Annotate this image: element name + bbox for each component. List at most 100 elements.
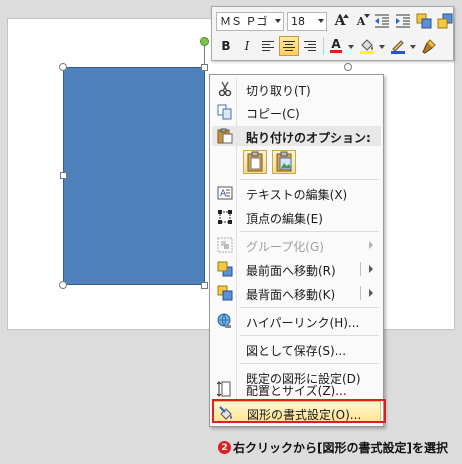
copy-icon xyxy=(217,104,232,120)
mini-toolbar: ＭＳ Ｐゴ 18 A A B I A xyxy=(211,6,454,61)
menu-item-send-to-back[interactable]: 最背面へ移動(K) xyxy=(212,282,381,304)
menu-item-bring-to-front[interactable]: 最前面へ移動(R) xyxy=(212,258,381,280)
edit-text-icon: A xyxy=(217,186,233,200)
bold-button[interactable]: B xyxy=(216,36,236,56)
menu-item-hyperlink[interactable]: ハイパーリンク(H)... xyxy=(212,310,381,332)
resize-handle-bottom-left[interactable] xyxy=(59,281,67,289)
toolbar-separator xyxy=(323,37,324,55)
italic-button[interactable]: I xyxy=(237,36,257,56)
menu-item-save-as-picture[interactable]: 図として保存(S)... xyxy=(212,338,381,360)
menu-item-label: グループ化(G) xyxy=(246,240,324,254)
paste-options-label: 貼り付けのオプション: xyxy=(246,131,371,145)
menu-item-size-position[interactable]: 配置とサイズ(Z)... xyxy=(212,378,381,400)
resize-handle-top-left[interactable] xyxy=(59,63,67,71)
rotation-line xyxy=(204,44,205,64)
paste-picture-icon xyxy=(276,151,292,172)
bring-forward-glyph xyxy=(437,13,453,29)
paste-keep-icon xyxy=(247,151,263,172)
hyperlink-icon xyxy=(217,313,231,328)
menu-item-group[interactable]: グループ化(G) xyxy=(212,234,381,256)
paste-as-picture-button[interactable] xyxy=(272,150,296,174)
menu-separator xyxy=(240,335,379,336)
align-center-icon[interactable] xyxy=(279,36,299,56)
bring-forward-icon[interactable] xyxy=(435,11,455,31)
arrange-glyph xyxy=(416,13,432,29)
resize-handle-middle-left[interactable] xyxy=(60,172,67,179)
menu-item-label: 頂点の編集(E) xyxy=(246,212,323,226)
pen-glyph xyxy=(391,40,405,54)
resize-handle-top-right[interactable] xyxy=(344,63,352,71)
font-color-dropdown[interactable] xyxy=(347,36,355,56)
chevron-down-icon xyxy=(275,18,281,23)
align-right-icon[interactable] xyxy=(300,36,320,56)
font-name-value: ＭＳ Ｐゴ xyxy=(220,15,268,28)
menu-item-label: 図として保存(S)... xyxy=(246,344,347,358)
decrease-indent-icon[interactable] xyxy=(372,11,392,31)
grow-font-icon[interactable]: A xyxy=(330,11,350,31)
selected-rectangle-shape[interactable] xyxy=(63,67,205,285)
svg-text:A: A xyxy=(220,189,227,199)
instruction-caption: 2 右クリックから[図形の書式設定]を選択 xyxy=(218,439,448,456)
font-size-combo[interactable]: 18 xyxy=(287,11,327,31)
menu-item-edit-points[interactable]: 頂点の編集(E) xyxy=(212,206,381,228)
scissors-icon xyxy=(218,81,232,97)
menu-separator xyxy=(240,231,379,232)
menu-item-copy[interactable]: コピー(C) xyxy=(212,101,381,123)
menu-item-label: 最背面へ移動(K) xyxy=(246,288,336,302)
brush-glyph xyxy=(422,39,436,54)
group-icon xyxy=(217,237,233,253)
increase-indent-glyph xyxy=(396,14,410,28)
caption-text: 右クリックから[図形の書式設定]を選択 xyxy=(233,441,448,455)
menu-item-label: コピー(C) xyxy=(246,107,300,121)
shrink-font-icon[interactable]: A xyxy=(351,11,371,31)
size-position-icon xyxy=(217,381,231,397)
menu-item-label: 切り取り(T) xyxy=(246,84,311,98)
rotation-handle[interactable] xyxy=(200,37,209,46)
fill-bucket-icon[interactable] xyxy=(357,36,377,56)
menu-item-edit-text[interactable]: A テキストの編集(X) xyxy=(212,182,381,204)
menu-item-label: テキストの編集(X) xyxy=(246,188,348,202)
font-size-value: 18 xyxy=(291,14,305,28)
paste-keep-source-button[interactable] xyxy=(243,150,267,174)
split-divider xyxy=(360,286,361,300)
resize-handle-bottom-middle[interactable] xyxy=(201,282,208,289)
context-menu: 切り取り(T) コピー(C) 貼り付けのオプション: A テキストの編集(X) … xyxy=(209,74,384,427)
chevron-right-icon[interactable] xyxy=(369,289,373,297)
paint-bucket-glyph xyxy=(360,39,374,54)
split-divider xyxy=(360,262,361,276)
menu-item-label: 最前面へ移動(R) xyxy=(246,264,336,278)
increase-indent-icon[interactable] xyxy=(393,11,413,31)
outline-color-dropdown[interactable] xyxy=(409,36,417,56)
font-color-label: A xyxy=(331,37,341,51)
bring-front-icon xyxy=(217,261,233,277)
down-arrow-icon xyxy=(364,14,370,18)
callout-highlight-box xyxy=(212,399,386,423)
resize-handle-top-middle[interactable] xyxy=(201,64,208,71)
chevron-right-icon[interactable] xyxy=(369,265,373,273)
chevron-down-icon xyxy=(318,18,324,23)
outline-pen-icon[interactable] xyxy=(388,36,408,56)
font-color-icon[interactable]: A xyxy=(326,36,346,56)
edit-points-icon xyxy=(218,210,232,224)
paste-icon xyxy=(217,128,233,144)
align-left-icon[interactable] xyxy=(258,36,278,56)
step-number-badge: 2 xyxy=(218,441,231,454)
menu-item-label: ハイパーリンク(H)... xyxy=(246,316,360,330)
paste-options-header: 貼り付けのオプション: xyxy=(212,126,381,146)
font-name-combo[interactable]: ＭＳ Ｐゴ xyxy=(216,11,284,31)
chevron-right-icon xyxy=(369,241,373,249)
format-painter-icon[interactable] xyxy=(419,36,439,56)
menu-item-cut[interactable]: 切り取り(T) xyxy=(212,78,381,100)
menu-separator xyxy=(240,363,379,364)
italic-label: I xyxy=(244,39,250,53)
send-back-icon xyxy=(217,285,233,301)
bold-label: B xyxy=(221,39,231,53)
menu-separator xyxy=(240,307,379,308)
menu-separator xyxy=(240,179,379,180)
up-arrow-icon xyxy=(343,14,349,18)
font-color-bar xyxy=(330,50,342,53)
menu-item-label: 配置とサイズ(Z)... xyxy=(246,384,347,398)
arrange-icon[interactable] xyxy=(414,11,434,31)
decrease-indent-glyph xyxy=(375,14,389,28)
fill-color-dropdown[interactable] xyxy=(378,36,386,56)
